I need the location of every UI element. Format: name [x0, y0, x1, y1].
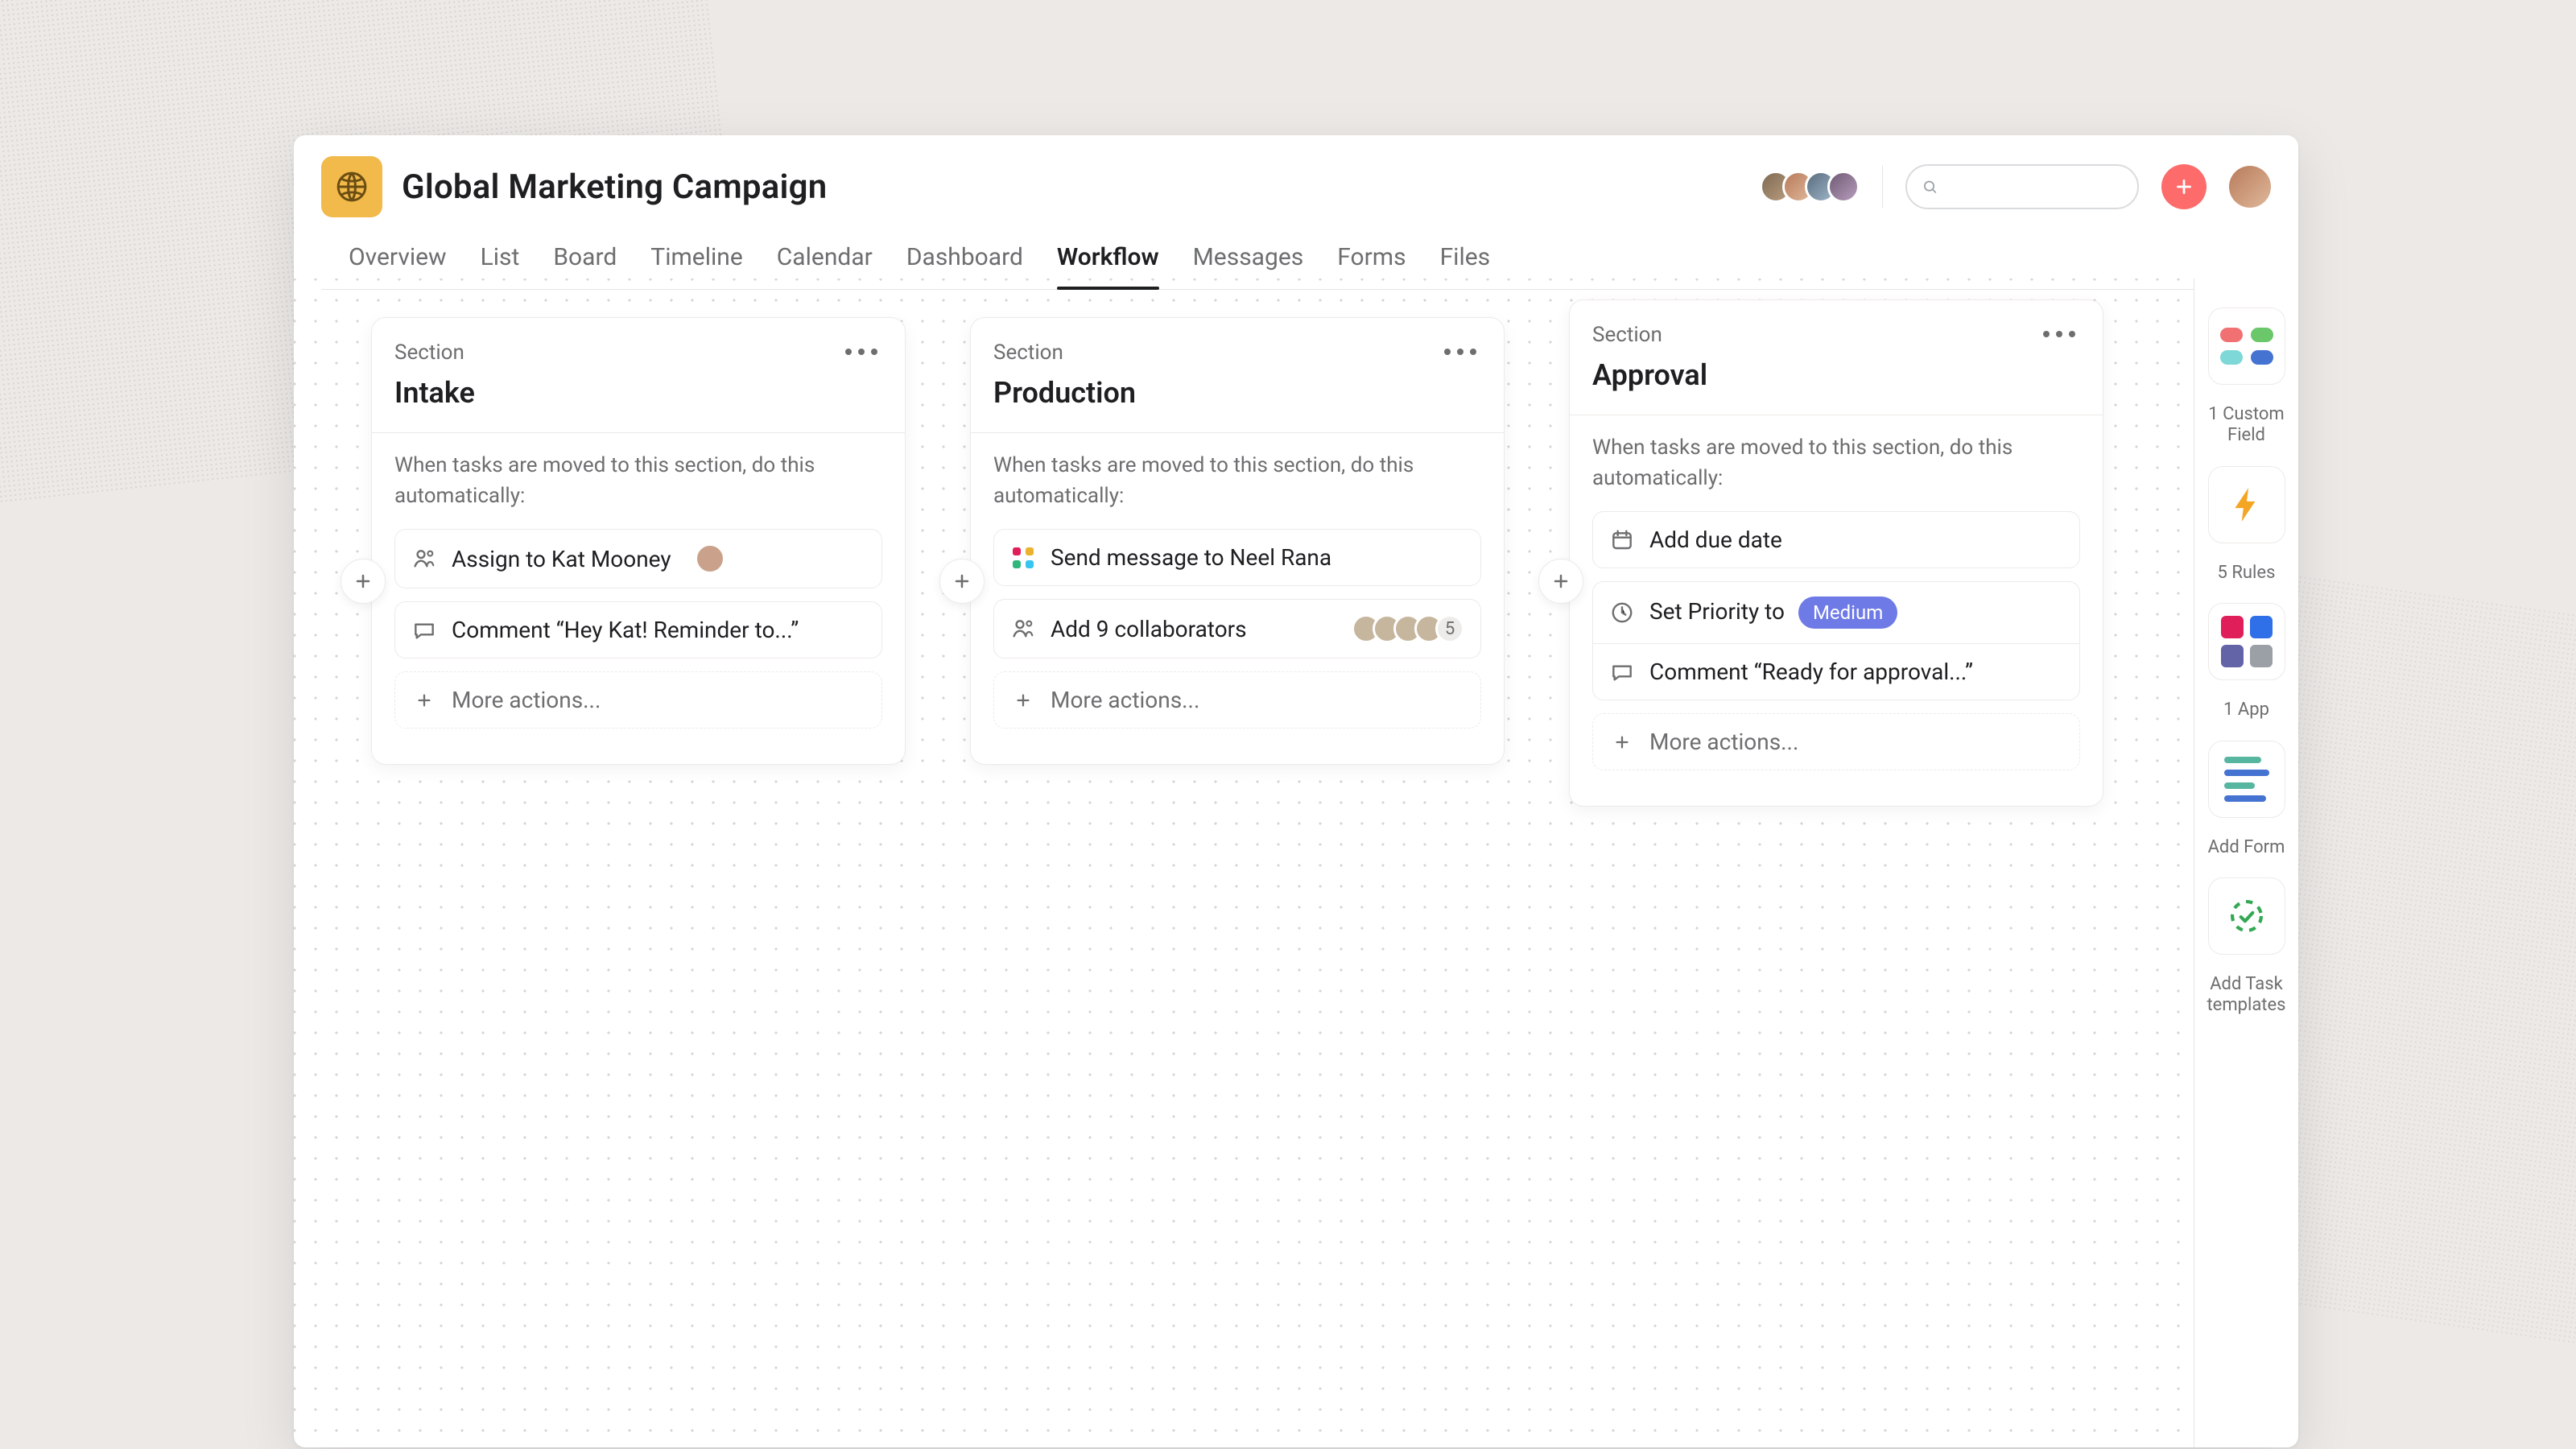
task-templates-icon: [2227, 896, 2267, 936]
members[interactable]: [1760, 171, 1860, 203]
avatar-overflow[interactable]: 5: [1435, 614, 1464, 643]
rail-label: 5 Rules: [2218, 563, 2276, 584]
collaborators-icon: [1010, 616, 1036, 642]
assign-icon: [411, 546, 437, 572]
project-icon[interactable]: [321, 156, 382, 217]
search-icon: [1922, 177, 1938, 196]
plus-icon: [353, 572, 373, 591]
more-actions-label: More actions...: [452, 687, 601, 713]
divider: [1882, 166, 1883, 208]
more-actions-label: More actions...: [1051, 687, 1199, 713]
search-input[interactable]: [1905, 164, 2139, 209]
more-actions-label: More actions...: [1649, 729, 1798, 755]
plus-icon: [1010, 687, 1036, 713]
section-title[interactable]: Intake: [394, 376, 829, 410]
add-section-before-button[interactable]: [1538, 559, 1583, 604]
rule-item[interactable]: Set Priority to Medium: [1592, 581, 2080, 643]
add-form-tile[interactable]: [2208, 741, 2285, 818]
rule-item[interactable]: Send message to Neel Rana: [993, 529, 1481, 586]
global-add-button[interactable]: [2161, 164, 2207, 209]
more-actions-button[interactable]: More actions...: [394, 671, 882, 729]
add-section-before-button[interactable]: [341, 559, 386, 604]
form-icon: [2224, 757, 2269, 802]
right-rail: 1 Custom Field 5 Rules 1 App Add Form Ad…: [2194, 279, 2298, 1447]
rail-label: 1 Custom Field: [2207, 404, 2287, 447]
section-more-button[interactable]: [2038, 323, 2080, 345]
rule-item[interactable]: Add 9 collaborators 5: [993, 599, 1481, 658]
section-more-button[interactable]: [840, 341, 882, 363]
project-title[interactable]: Global Marketing Campaign: [402, 167, 827, 207]
rule-text: Add due date: [1649, 526, 1782, 553]
search-field[interactable]: [1948, 166, 2123, 208]
assignee-avatar[interactable]: [696, 544, 724, 573]
card-wrapper: Section Approval When tasks are moved to…: [1569, 317, 2103, 807]
avatar[interactable]: [1827, 171, 1860, 203]
automation-helper-text: When tasks are moved to this section, do…: [394, 451, 845, 511]
plus-icon: [1551, 572, 1571, 591]
profile-avatar[interactable]: [2229, 166, 2271, 208]
slack-icon: [1010, 545, 1036, 571]
section-title[interactable]: Production: [993, 376, 1428, 410]
rule-text: Assign to Kat Mooney: [452, 546, 671, 572]
plus-icon: [411, 687, 437, 713]
add-section-before-button[interactable]: [939, 559, 985, 604]
plus-icon: [952, 572, 972, 591]
section-card-intake[interactable]: Section Intake When tasks are moved to t…: [371, 317, 906, 765]
rule-item[interactable]: Add due date: [1592, 511, 2080, 568]
calendar-icon: [1609, 527, 1635, 553]
rule-text: Comment “Hey Kat! Reminder to...”: [452, 617, 799, 643]
section-kicker: Section: [394, 341, 829, 365]
apps-icon: [2221, 616, 2273, 667]
collaborator-avatars[interactable]: 5: [1352, 614, 1464, 643]
plus-icon: [1609, 729, 1635, 755]
rail-label: 1 App: [2223, 700, 2269, 720]
rule-text: Comment “Ready for approval...”: [1649, 658, 1973, 685]
priority-icon: [1609, 600, 1635, 625]
section-kicker: Section: [993, 341, 1428, 365]
custom-field-tile[interactable]: [2208, 308, 2285, 385]
automation-helper-text: When tasks are moved to this section, do…: [993, 451, 1444, 511]
rule-text: Add 9 collaborators: [1051, 616, 1247, 642]
rule-text: Set Priority to Medium: [1649, 597, 1897, 629]
section-more-button[interactable]: [1439, 341, 1481, 363]
globe-icon: [334, 169, 369, 204]
rules-tile[interactable]: [2208, 466, 2285, 543]
rule-item[interactable]: Comment “Hey Kat! Reminder to...”: [394, 601, 882, 658]
header: Global Marketing Campaign: [294, 135, 2298, 290]
more-actions-button[interactable]: More actions...: [1592, 713, 2080, 770]
comment-icon: [1609, 659, 1635, 685]
card-wrapper: Section Intake When tasks are moved to t…: [371, 317, 906, 765]
priority-pill: Medium: [1798, 597, 1897, 629]
section-card-approval[interactable]: Section Approval When tasks are moved to…: [1569, 299, 2103, 807]
rule-text: Send message to Neel Rana: [1051, 544, 1331, 571]
custom-field-icon: [2220, 328, 2273, 365]
rail-label: Add Task templates: [2207, 974, 2287, 1017]
apps-tile[interactable]: [2208, 603, 2285, 680]
task-templates-tile[interactable]: [2208, 877, 2285, 955]
more-actions-button[interactable]: More actions...: [993, 671, 1481, 729]
workflow-canvas[interactable]: Section Intake When tasks are moved to t…: [294, 279, 2194, 1447]
rail-label: Add Form: [2208, 837, 2285, 858]
automation-helper-text: When tasks are moved to this section, do…: [1592, 433, 2043, 493]
section-card-production[interactable]: Section Production When tasks are moved …: [970, 317, 1505, 765]
rule-item[interactable]: Assign to Kat Mooney: [394, 529, 882, 588]
section-title[interactable]: Approval: [1592, 358, 2027, 392]
card-wrapper: Section Production When tasks are moved …: [970, 317, 1505, 765]
plus-icon: [2174, 176, 2194, 197]
app-window: Global Marketing Campaign: [294, 135, 2298, 1447]
lightning-icon: [2227, 485, 2267, 525]
section-kicker: Section: [1592, 323, 2027, 347]
comment-icon: [411, 617, 437, 643]
rule-item[interactable]: Comment “Ready for approval...”: [1592, 643, 2080, 700]
